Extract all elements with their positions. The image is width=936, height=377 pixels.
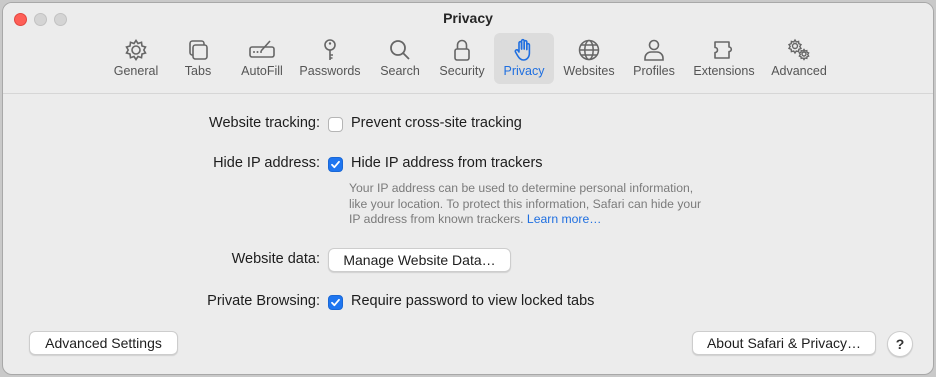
search-icon — [390, 40, 410, 60]
puzzle-icon — [714, 41, 733, 59]
gear-icon — [125, 39, 147, 61]
description-text: IP address from known trackers. — [349, 212, 524, 226]
manage-website-data-button[interactable]: Manage Website Data… — [328, 248, 511, 272]
checkmark-icon — [331, 298, 340, 307]
advanced-settings-button[interactable]: Advanced Settings — [29, 331, 178, 355]
learn-more-link[interactable]: Learn more… — [527, 212, 602, 226]
tab-label: AutoFill — [241, 64, 283, 78]
description-line: like your location. To protect this info… — [349, 196, 702, 211]
hide-ip-label: Hide IP address: — [213, 155, 320, 171]
tab-label: Tabs — [184, 64, 212, 78]
prevent-cross-site-tracking-text[interactable]: Prevent cross-site tracking — [351, 115, 522, 131]
tabs-icon — [189, 40, 208, 60]
description-line: Your IP address can be used to determine… — [349, 181, 694, 195]
person-icon — [644, 39, 664, 61]
tab-label: Privacy — [503, 64, 545, 78]
tab-label: Advanced — [771, 64, 827, 78]
tab-general[interactable]: General — [110, 33, 162, 84]
autofill-icon — [249, 40, 275, 58]
help-button[interactable]: ? — [887, 331, 913, 357]
description-line: IP address from known trackers. Learn mo… — [349, 212, 749, 228]
checkmark-icon — [331, 160, 340, 169]
lock-icon — [454, 39, 470, 61]
private-browsing-label: Private Browsing: — [207, 293, 320, 309]
hide-ip-description: Your IP address can be used to determine… — [349, 181, 749, 228]
privacy-settings-pane: Website tracking: Prevent cross-site tra… — [3, 94, 933, 374]
prevent-cross-site-tracking-checkbox[interactable] — [328, 117, 343, 132]
tab-passwords[interactable]: Passwords — [297, 33, 363, 84]
tab-label: Security — [439, 64, 485, 78]
hand-icon — [514, 38, 531, 61]
tab-tabs[interactable]: Tabs — [177, 33, 219, 84]
hide-ip-checkbox[interactable] — [328, 157, 343, 172]
tab-label: General — [113, 64, 159, 78]
website-tracking-label: Website tracking: — [209, 115, 320, 131]
tab-extensions[interactable]: Extensions — [691, 33, 757, 84]
tab-profiles[interactable]: Profiles — [629, 33, 679, 84]
tab-label: Search — [380, 64, 420, 78]
safari-settings-window: Privacy General Tabs AutoFill Passwords … — [2, 2, 934, 375]
toolbar: Privacy General Tabs AutoFill Passwords … — [3, 3, 933, 94]
about-safari-privacy-button[interactable]: About Safari & Privacy… — [692, 331, 876, 355]
tab-websites[interactable]: Websites — [560, 33, 618, 84]
tab-privacy[interactable]: Privacy — [494, 33, 554, 84]
tab-security[interactable]: Security — [433, 33, 491, 84]
hide-ip-text[interactable]: Hide IP address from trackers — [351, 155, 543, 171]
window-title: Privacy — [443, 10, 493, 26]
globe-icon — [578, 39, 600, 61]
tab-label: Profiles — [633, 64, 675, 78]
key-icon — [324, 39, 336, 60]
require-password-checkbox[interactable] — [328, 295, 343, 310]
tab-autofill[interactable]: AutoFill — [233, 33, 291, 84]
tab-label: Websites — [563, 64, 615, 78]
website-data-label: Website data: — [231, 251, 320, 267]
tab-advanced[interactable]: Advanced — [767, 33, 831, 84]
tab-search[interactable]: Search — [375, 33, 425, 84]
tab-label: Extensions — [693, 64, 755, 78]
require-password-text[interactable]: Require password to view locked tabs — [351, 293, 594, 309]
tab-label: Passwords — [299, 64, 361, 78]
gears-icon — [787, 38, 810, 61]
